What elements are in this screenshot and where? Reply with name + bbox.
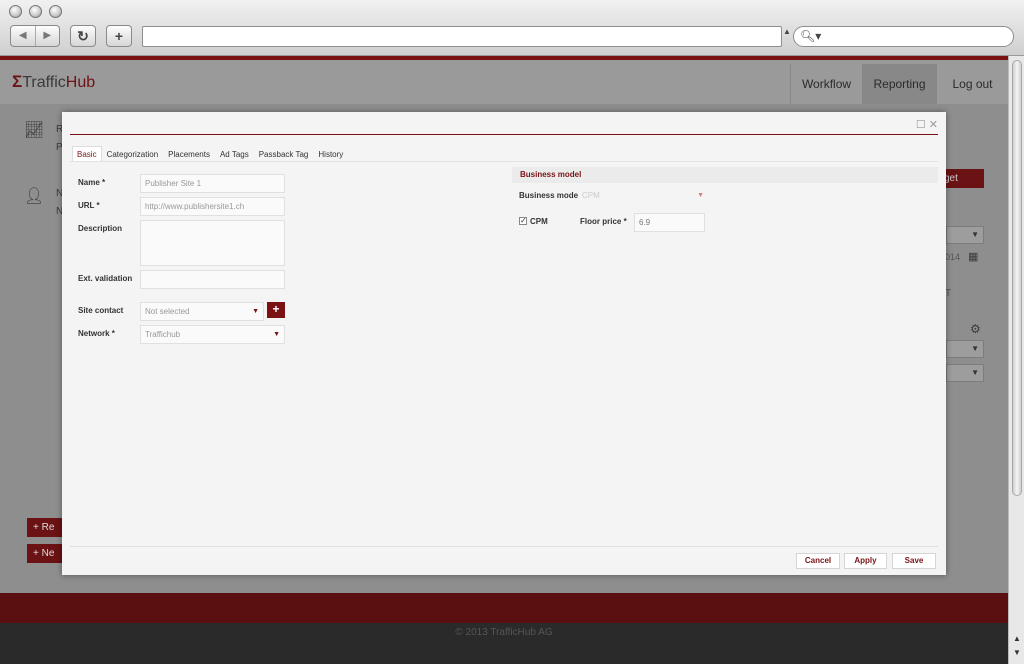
forward-arrow-icon[interactable]: ▶ <box>34 26 60 46</box>
tab-underline <box>70 161 938 162</box>
scrollbar-thumb[interactable] <box>1012 60 1022 496</box>
tab-ad-tags[interactable]: Ad Tags <box>215 146 254 162</box>
logo-sigma-icon: Σ <box>12 72 23 91</box>
user-icon: 👤︎ <box>24 188 45 205</box>
dialog-header-rule <box>70 134 938 135</box>
back-arrow-icon[interactable]: ◀ <box>11 26 35 46</box>
edit-site-dialog: ☐ ✕ Basic Categorization Placements Ad T… <box>62 112 946 575</box>
tab-basic[interactable]: Basic <box>72 146 102 162</box>
site-contact-select[interactable]: Not selected ▼ <box>140 302 264 321</box>
app-header: ΣTrafficHub Workflow Reporting Log out <box>0 60 1008 104</box>
bg-target-button[interactable]: get <box>940 169 984 188</box>
url-label: URL * <box>78 201 100 210</box>
search-input[interactable]: 🔍︎▾ <box>793 26 1014 47</box>
site-contact-value: Not selected <box>145 307 190 316</box>
bg-dropdown[interactable]: ▼ <box>946 226 984 244</box>
bg-btn-label: Ne <box>41 548 55 559</box>
tab-categorization[interactable]: Categorization <box>102 146 164 162</box>
apply-button[interactable]: Apply <box>844 553 887 569</box>
business-model-value: CPM <box>582 191 600 200</box>
bg-date-text: 014 <box>945 252 961 262</box>
description-label: Description <box>78 224 123 233</box>
cancel-button[interactable]: Cancel <box>796 553 840 569</box>
business-model-label: Business model <box>519 191 581 200</box>
url-field[interactable]: http://www.publishersite1.ch <box>140 197 285 216</box>
reload-button[interactable]: ↻ <box>70 25 96 47</box>
scroll-up-icon[interactable]: ▲ <box>1009 632 1024 646</box>
network-label: Network * <box>78 329 115 338</box>
cpm-label: CPM <box>530 217 548 226</box>
ext-validation-field[interactable] <box>140 270 285 289</box>
ext-validation-label: Ext. validation <box>78 274 133 283</box>
cpm-checkbox[interactable]: ✓ <box>519 217 527 225</box>
footer-band <box>0 593 1008 623</box>
nav-workflow[interactable]: Workflow <box>790 64 862 104</box>
address-bar[interactable] <box>142 26 782 47</box>
description-textarea[interactable] <box>140 220 285 266</box>
window-close-button[interactable] <box>9 5 22 18</box>
chart-icon: 📈︎ <box>24 122 45 139</box>
scroll-down-icon[interactable]: ▼ <box>1009 646 1024 660</box>
network-select[interactable]: Traffichub ▼ <box>140 325 285 344</box>
nav-logout[interactable]: Log out <box>936 64 1008 104</box>
name-label: Name * <box>78 178 106 187</box>
dialog-tabs: Basic Categorization Placements Ad Tags … <box>72 146 348 162</box>
new-tab-button[interactable]: + <box>106 25 132 47</box>
chevron-down-icon: ▼ <box>697 192 704 199</box>
window-minimize-button[interactable] <box>29 5 42 18</box>
browser-toolbar: ◀ ▶ ↻ + ▲ 🔍︎▾ <box>0 0 1024 56</box>
chevron-down-icon: ▼ <box>252 308 259 315</box>
tab-history[interactable]: History <box>313 146 348 162</box>
business-model-header: Business model <box>512 167 938 183</box>
dialog-footer-rule <box>70 546 938 547</box>
tab-placements[interactable]: Placements <box>163 146 215 162</box>
name-field[interactable]: Publisher Site 1 <box>140 174 285 193</box>
reload-icon: ↻ <box>77 28 89 44</box>
bg-new-button[interactable]: + Ne <box>27 544 67 563</box>
site-contact-label: Site contact <box>78 306 124 315</box>
bg-dropdown[interactable]: ▼ <box>946 364 984 382</box>
business-model-select[interactable]: CPM ▼ <box>578 187 706 204</box>
footer: © 2013 TrafficHub AG <box>0 623 1008 664</box>
search-icon: 🔍︎▾ <box>800 29 822 43</box>
add-site-contact-button[interactable]: + <box>267 302 285 318</box>
close-icon[interactable]: ✕ <box>929 119 938 131</box>
address-stepper-icon[interactable]: ▲ <box>783 27 791 36</box>
chevron-down-icon: ▼ <box>273 331 280 338</box>
tab-passback-tag[interactable]: Passback Tag <box>254 146 314 162</box>
plus-icon: + <box>114 28 124 44</box>
floor-price-label: Floor price * <box>580 217 627 226</box>
nav-reporting[interactable]: Reporting <box>862 64 936 104</box>
plus-icon: + <box>272 302 280 316</box>
calendar-icon[interactable]: ▦ <box>968 250 978 263</box>
save-button[interactable]: Save <box>892 553 936 569</box>
floor-price-field[interactable]: 6.9 <box>634 213 705 232</box>
maximize-icon[interactable]: ☐ <box>916 119 926 131</box>
bg-btn-label: Re <box>41 522 55 533</box>
history-nav: ◀ ▶ <box>10 25 60 47</box>
window-zoom-button[interactable] <box>49 5 62 18</box>
gear-icon[interactable]: ⚙ <box>970 322 981 336</box>
page-scrollbar[interactable]: ▲ ▼ <box>1008 56 1024 664</box>
bg-dropdown[interactable]: ▼ <box>946 340 984 358</box>
network-value: Traffichub <box>145 330 181 339</box>
dialog-controls: ☐ ✕ <box>916 118 938 131</box>
bg-add-report-button[interactable]: + Re <box>27 518 67 537</box>
footer-copyright: © 2013 TrafficHub AG <box>455 627 553 638</box>
traffichub-logo[interactable]: ΣTrafficHub <box>12 72 95 92</box>
